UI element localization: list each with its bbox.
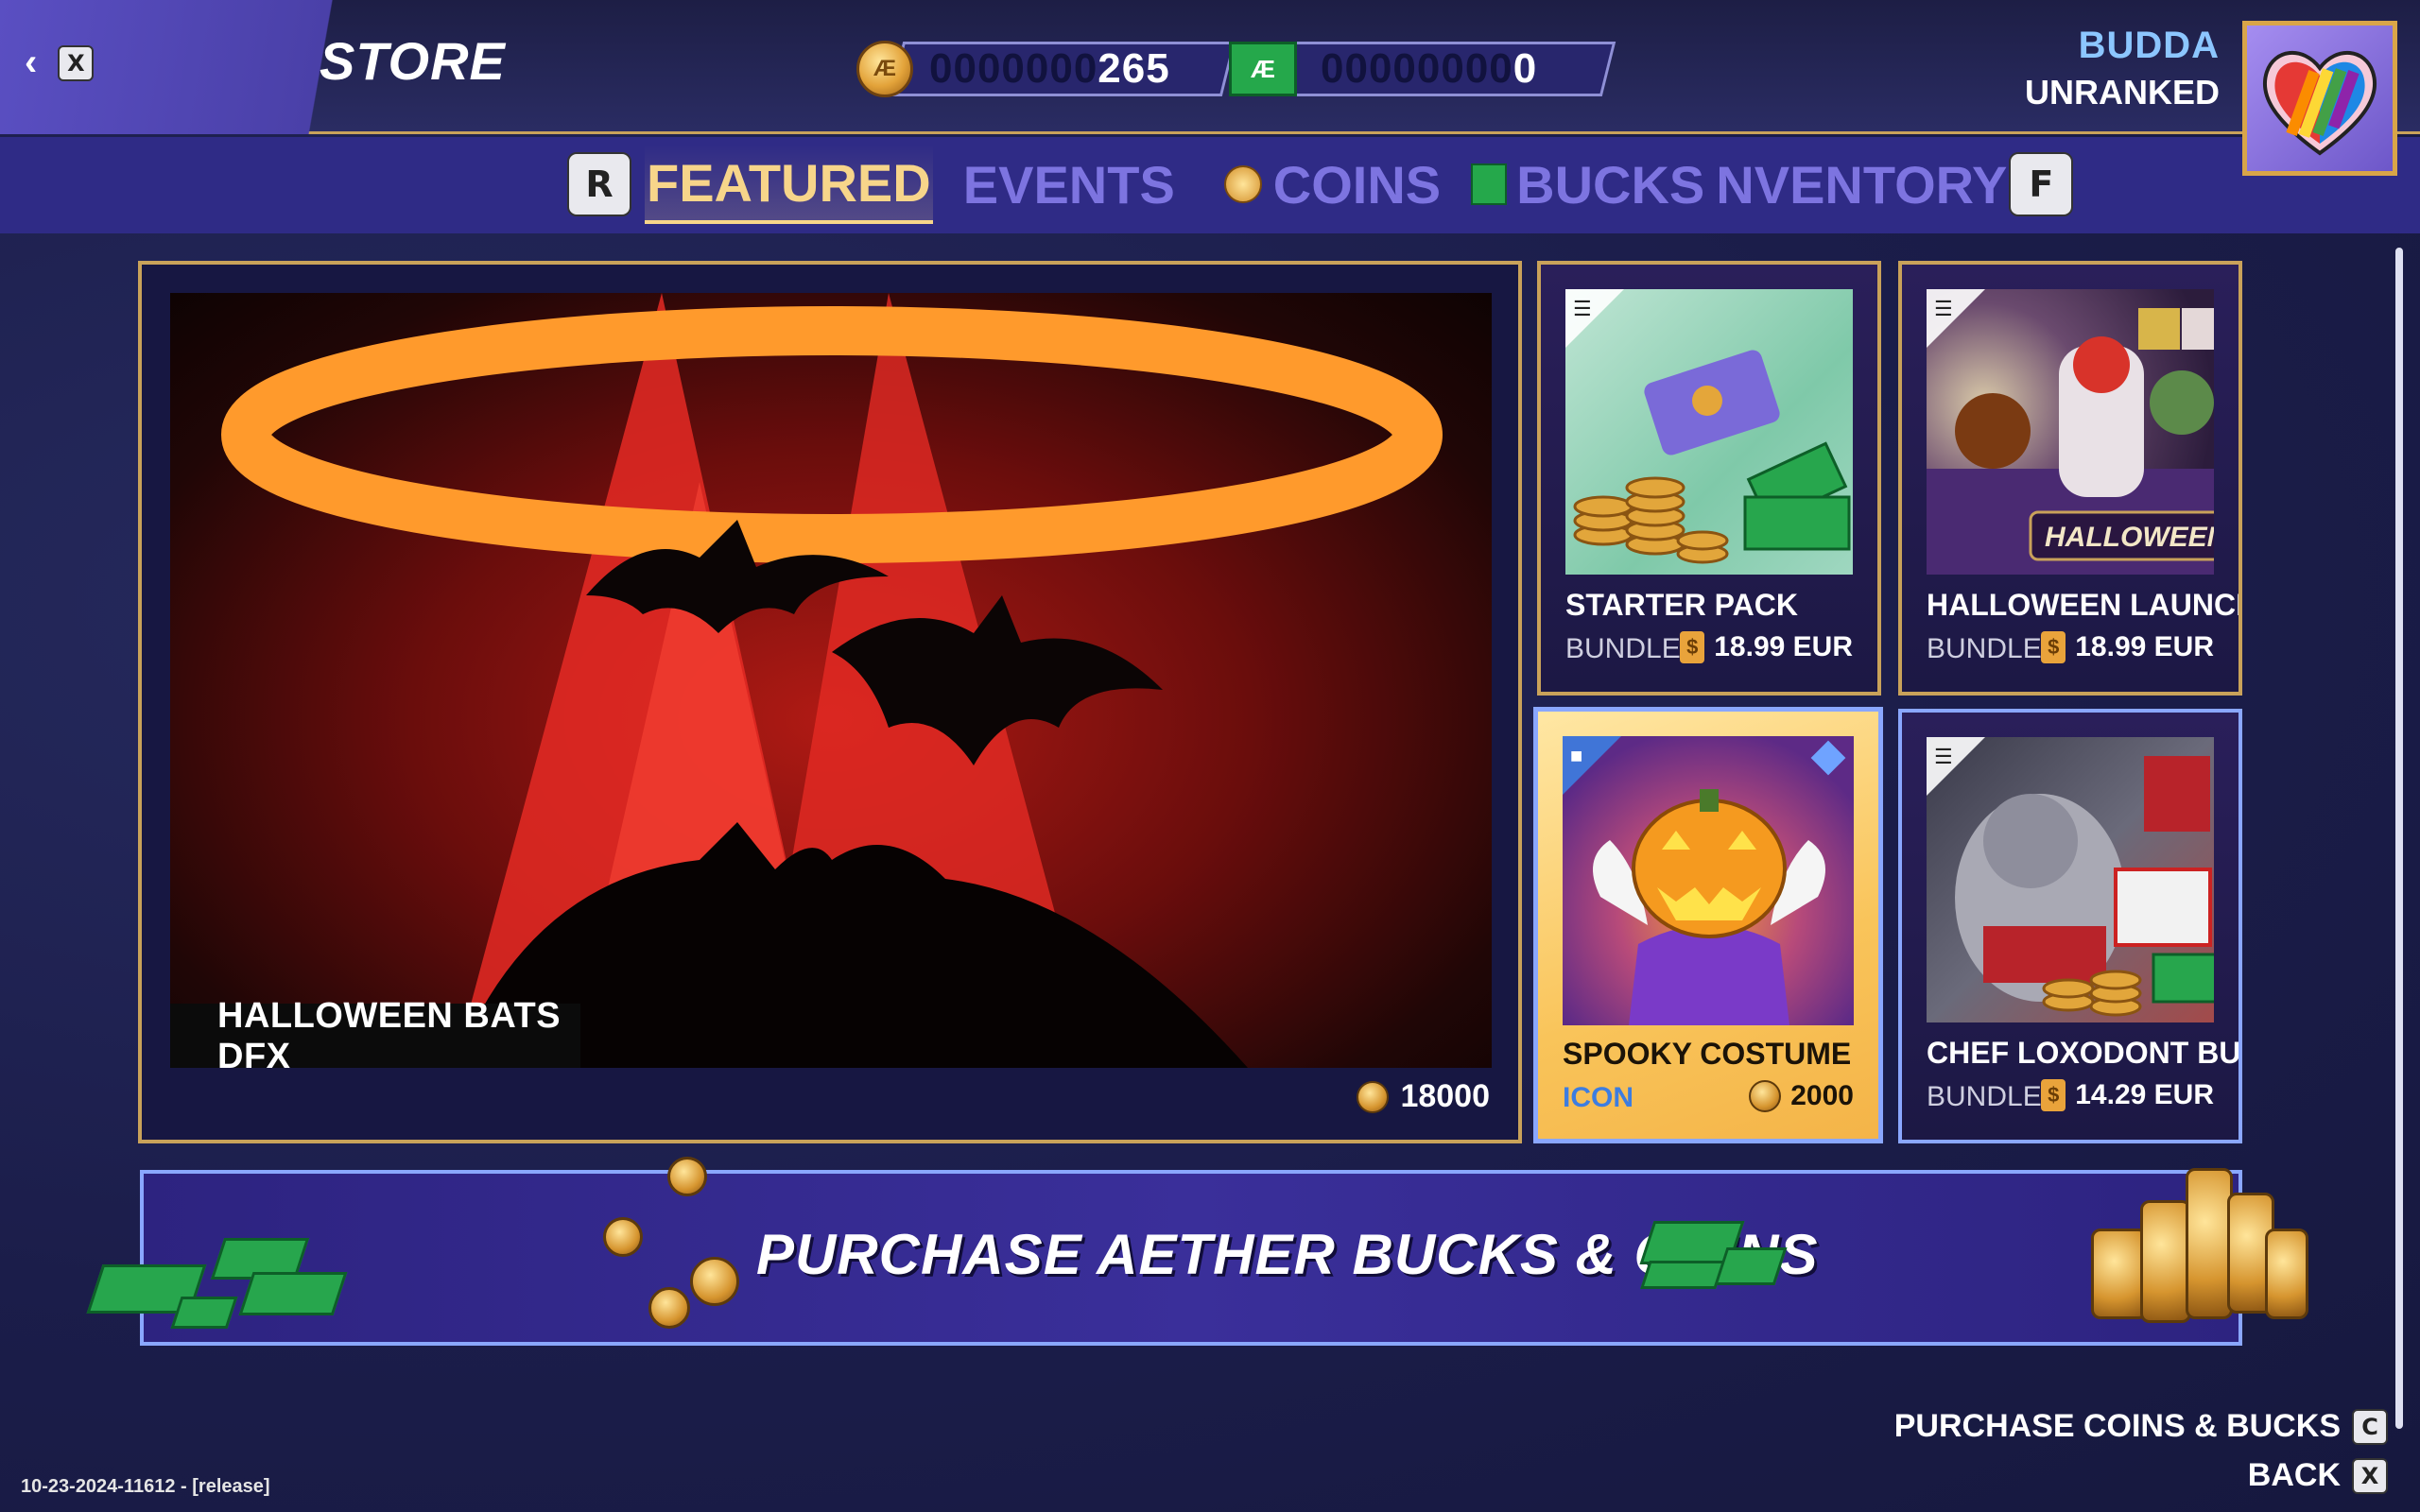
halloween-caption: HALLOWEEN BU bbox=[2045, 522, 2214, 553]
avatar[interactable] bbox=[2242, 21, 2397, 176]
coins-balance: 265 bbox=[1098, 45, 1170, 92]
back-key-hint: X bbox=[58, 44, 95, 81]
bucks-wallet: Æ 000000000 bbox=[1229, 40, 1616, 98]
username: BUDDA bbox=[2078, 25, 2220, 66]
money-bag-icon: $ bbox=[2041, 1079, 2066, 1111]
aether-bucks-icon: Æ bbox=[1229, 42, 1297, 96]
halloween-bats-artwork bbox=[221, 293, 1443, 1068]
card-price-value: 18.99 EUR bbox=[1714, 631, 1853, 662]
build-version: 10-23-2024-11612 - [release] bbox=[21, 1476, 270, 1497]
aether-coin-icon: Æ bbox=[856, 41, 913, 97]
hint-key: C bbox=[2352, 1408, 2388, 1445]
featured-price-value: 18000 bbox=[1400, 1078, 1490, 1114]
card-price-value: 14.29 EUR bbox=[2075, 1079, 2214, 1110]
hint-key: X bbox=[2352, 1457, 2388, 1494]
tab-bucks-label: BUCKS bbox=[1516, 154, 1705, 215]
card-image: HALLOWEEN BU ☰ bbox=[1927, 289, 2214, 575]
bucks-balance-plate: 000000000 bbox=[1280, 42, 1616, 96]
user-info: BUDDA UNRANKED bbox=[2025, 25, 2220, 112]
card-title: CHEF LOXODONT BUNDLE bbox=[1927, 1036, 2238, 1070]
store-card-halloween-launch-bundle[interactable]: HALLOWEEN BU ☰ HALLOWEEN LAUNCH BUND BUN… bbox=[1898, 261, 2242, 696]
rainbow-heart-icon bbox=[2262, 51, 2377, 156]
card-price: $18.99 EUR bbox=[2041, 631, 2214, 663]
card-type: BUNDLE bbox=[1927, 1081, 2042, 1112]
card-type: BUNDLE bbox=[1565, 633, 1681, 664]
money-bag-icon: $ bbox=[1680, 631, 1705, 663]
coins-balance-padding: 0000000 bbox=[929, 45, 1098, 92]
featured-item[interactable]: HALLOWEEN BATS DFX 18000 bbox=[138, 261, 1522, 1143]
coin-icon bbox=[1223, 165, 1262, 203]
card-image: ☰ bbox=[1927, 737, 2214, 1022]
hint-label: BACK bbox=[2247, 1457, 2341, 1493]
card-image: ☰ bbox=[1565, 289, 1853, 575]
featured-price: 18000 bbox=[1357, 1078, 1490, 1115]
back-hint[interactable]: BACK X bbox=[2248, 1457, 2388, 1494]
tab-featured[interactable]: FEATURED bbox=[645, 145, 933, 224]
coins-wallet: Æ 0000000265 bbox=[856, 40, 1236, 98]
tab-bucks[interactable]: BUCKS bbox=[1469, 145, 1706, 224]
card-price: 2000 bbox=[1749, 1080, 1854, 1112]
user-rank: UNRANKED bbox=[2025, 73, 2220, 112]
store-card-chef-loxodont-bundle[interactable]: ☰ CHEF LOXODONT BUNDLE BUNDLE $14.29 EUR bbox=[1898, 709, 2242, 1143]
bucks-balance: 0 bbox=[1512, 45, 1538, 92]
card-type: ICON bbox=[1563, 1082, 1634, 1113]
featured-image: HALLOWEEN BATS DFX bbox=[170, 293, 1492, 1068]
layers-icon: ☰ bbox=[1934, 745, 1953, 768]
bucks-balance-padding: 00000000 bbox=[1321, 45, 1513, 92]
aether-coin-icon bbox=[1357, 1080, 1390, 1113]
card-image: ■ bbox=[1563, 736, 1854, 1025]
next-tab-key-hint[interactable]: F bbox=[2009, 152, 2074, 216]
layers-icon: ☰ bbox=[1573, 297, 1592, 320]
back-control[interactable]: ‹ X bbox=[25, 42, 95, 84]
card-title: HALLOWEEN LAUNCH BUND bbox=[1927, 588, 2238, 622]
user-silhouette-icon: ■ bbox=[1570, 744, 1583, 767]
store-card-spooky-costume[interactable]: ■ SPOOKY COSTUME ICON 2000 bbox=[1533, 707, 1883, 1143]
aether-coin-icon bbox=[1749, 1080, 1782, 1112]
tab-inventory[interactable]: NVENTORY bbox=[1714, 145, 2009, 224]
card-price: $14.29 EUR bbox=[2041, 1079, 2214, 1111]
purchase-coins-hint[interactable]: PURCHASE COINS & BUCKS C bbox=[1894, 1408, 2388, 1445]
card-price-value: 18.99 EUR bbox=[2075, 631, 2214, 662]
tab-coins[interactable]: COINS bbox=[1222, 145, 1443, 224]
money-bag-icon: $ bbox=[2041, 631, 2066, 663]
card-title: STARTER PACK bbox=[1565, 588, 1798, 622]
featured-name: HALLOWEEN BATS DFX bbox=[170, 996, 580, 1068]
coins-balance-plate: 0000000265 bbox=[889, 42, 1236, 96]
hint-label: PURCHASE COINS & BUCKS bbox=[1893, 1408, 2341, 1444]
prev-tab-key-hint[interactable]: R bbox=[567, 152, 631, 216]
store-tabs: R FEATURED EVENTS COINS BUCKS NVENTORY F bbox=[567, 145, 2074, 224]
store-card-starter-pack[interactable]: ☰ STARTER PACK BUNDLE $18.99 EUR bbox=[1537, 261, 1881, 696]
card-price-value: 2000 bbox=[1790, 1080, 1854, 1111]
layers-icon: ☰ bbox=[1934, 297, 1953, 320]
tab-coins-label: COINS bbox=[1272, 154, 1442, 215]
tab-events[interactable]: EVENTS bbox=[961, 145, 1177, 224]
bucks-icon bbox=[1471, 163, 1508, 205]
card-type: BUNDLE bbox=[1927, 633, 2042, 664]
chevron-left-icon[interactable]: ‹ bbox=[25, 42, 37, 84]
card-title: SPOOKY COSTUME bbox=[1563, 1037, 1852, 1071]
page-title: STORE bbox=[320, 31, 506, 91]
card-price: $18.99 EUR bbox=[1680, 631, 1853, 663]
scrollbar[interactable] bbox=[2395, 248, 2403, 1429]
